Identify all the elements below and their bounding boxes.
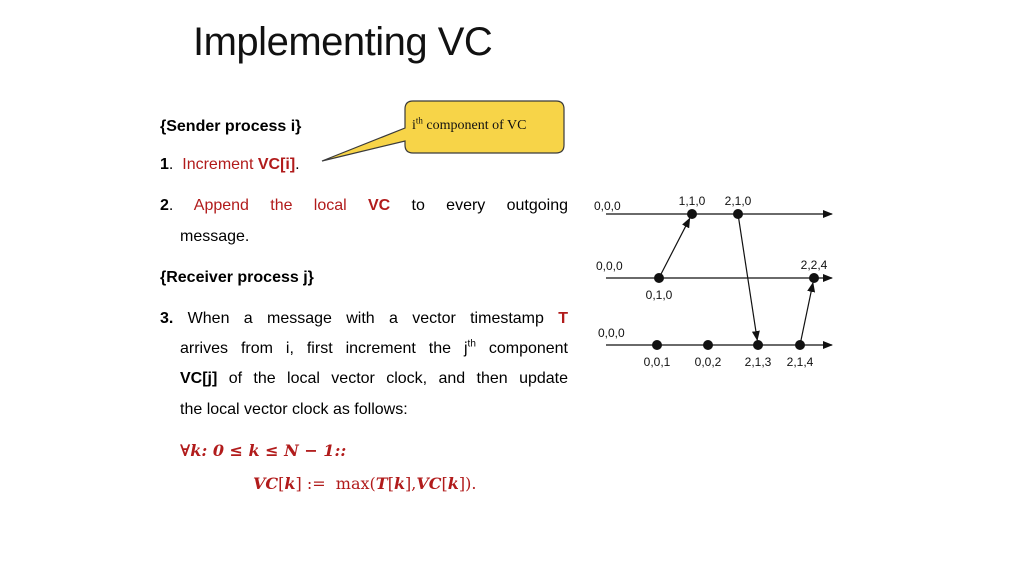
initial-clock-label: 0,0,0 [596,259,623,273]
event-dot [795,340,805,350]
event-clock-label: 0,0,1 [644,355,671,369]
event-clock-label: 0,0,2 [695,355,722,369]
event-clock-label: 1,1,0 [679,194,706,208]
event-dot [687,209,697,219]
event-clock-label: 2,1,0 [725,194,752,208]
event-clock-label: 2,2,4 [801,258,828,272]
event-clock-label: 2,1,4 [787,355,814,369]
initial-clock-label: 0,0,0 [594,199,621,213]
event-clock-label: 2,1,3 [745,355,772,369]
event-clock-label: 0,1,0 [646,288,673,302]
message-arrow [658,217,691,279]
event-dot [652,340,662,350]
event-dot [753,340,763,350]
event-dot [654,273,664,283]
event-dot [703,340,713,350]
message-arrow [737,213,760,342]
vector-clock-diagram: 0,0,0 1,1,0 2,1,0 0,0,0 0,1,0 2,2,4 0,0,0 0,0,1… [594,194,833,369]
event-dot [809,273,819,283]
message-arrow [799,281,816,346]
event-dot [733,209,743,219]
initial-clock-label: 0,0,0 [598,326,625,340]
